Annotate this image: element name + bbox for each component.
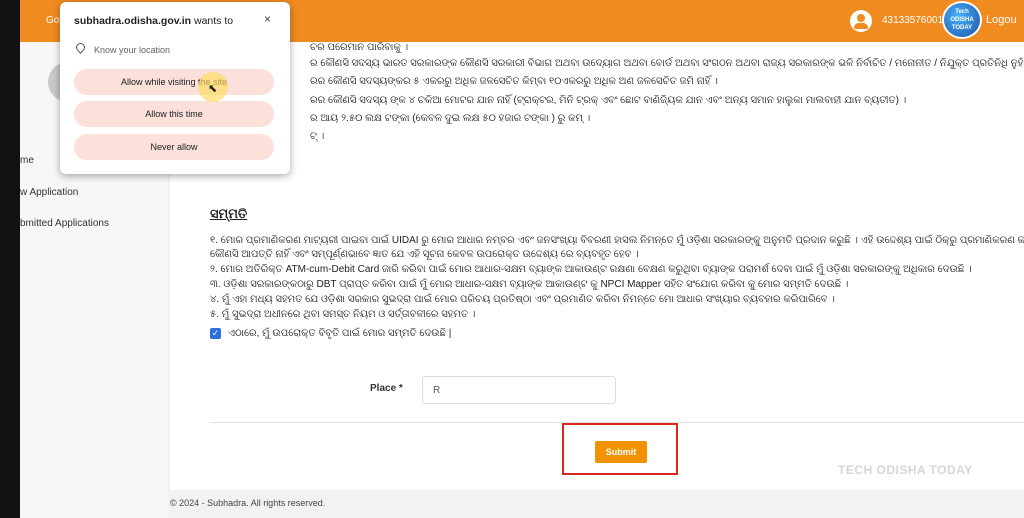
eligibility-line: ଚର ପରେମାନ ପାରିବାକୁ । (310, 42, 409, 53)
consent-title: ସମ୍ମତି (210, 206, 248, 221)
tech-odisha-logo: Tech ODISHA TODAY (942, 1, 982, 39)
eligibility-line: ଟ୍ । (310, 131, 325, 142)
never-allow-button[interactable]: Never allow (74, 134, 274, 160)
user-id: 43133576001 (882, 15, 944, 26)
eligibility-line: ରର କୌଣସି ସଦସ୍ୟଙ୍କର ୫ ଏକରରୁ ଅଧିକ ଜଳସେଚିତ … (310, 76, 718, 87)
consent-checkbox[interactable]: ✓ (210, 328, 221, 339)
location-permission-popup: subhadra.odisha.gov.in wants to × Know y… (60, 2, 290, 174)
consent-line: ୫. ମୁଁ ସୁଭଦ୍ରା ଅଧୀନରେ ଥିବା ସମସ୍ତ ନିୟମ ଓ … (210, 309, 476, 320)
submit-button[interactable]: Submit (595, 441, 647, 463)
sidebar-item-submitted-applications[interactable]: bmitted Applications (20, 218, 109, 229)
content-card: ଚର ପରେମାନ ପାରିବାକୁ । ର କୌଣସି ସଦସ୍ୟ ଭାରତ … (170, 42, 1024, 490)
mouse-cursor-icon: ⬉ (208, 83, 218, 95)
logout-link[interactable]: Logou (986, 14, 1017, 26)
allow-while-visiting-button[interactable]: Allow while visiting the site (74, 69, 274, 95)
location-pin-icon (74, 41, 87, 54)
popup-site: subhadra.odisha.gov.in (74, 15, 192, 27)
consent-line: ୧. ମୋର ପ୍ରମାଣିକରଣ ମାଟ୍ୟରୀ ପାଇବା ପାଇଁ UID… (210, 235, 1024, 246)
place-label: Place * (370, 383, 403, 394)
consent-line: ୩. ଓଡ଼ିଶା ସରକାରଙ୍କଠାରୁ DBT ପ୍ରାପ୍ତ କରିବା… (210, 279, 849, 290)
sidebar-item-home[interactable]: me (20, 155, 34, 166)
consent-line: ୨. ମୋର ଅତିରିକ୍ତ ATM-cum-Debit Card ଜାରି … (210, 264, 972, 275)
location-permission-text: Know your location (94, 45, 171, 55)
sidebar-item-new-application[interactable]: w Application (20, 187, 78, 198)
place-input[interactable] (422, 376, 616, 404)
eligibility-line: ର ଆୟ ୨.୫୦ ଲକ୍ଷ ଟଙ୍କା (କେବଳ ଦୁଇ ଲକ୍ଷ ୫୦ ହ… (310, 113, 591, 124)
close-icon[interactable]: × (264, 12, 271, 26)
eligibility-line: ର କୌଣସି ସଦସ୍ୟ ଭାରତ ସରକାରଙ୍କ କୌଣସି ସରକାରୀ… (310, 58, 1024, 69)
consent-agree-text: ଏଠାରେ, ମୁଁ ଉପରୋକ୍ତ ବିବୃତି ପାଇଁ ମୋର ସମ୍ମତ… (228, 328, 452, 339)
user-icon[interactable] (850, 10, 872, 32)
watermark: TECH ODISHA TODAY (838, 463, 973, 477)
popup-wants-to: wants to (191, 15, 234, 27)
consent-line: କୌଣସି ଆପତ୍ତି ନାହିଁ ଏବଂ ସମ୍ପୂର୍ଣ୍ଣଭାବେ ଜ୍… (210, 249, 639, 260)
consent-line: ୪. ମୁଁ ଏହା ମଧ୍ୟ ସହମତ ଯେ ଓଡ଼ିଶା ସରକାର ସୁଭ… (210, 294, 835, 305)
eligibility-line: ରର କୌଣସି ସଦସ୍ୟ ଙ୍କ ୪ ଚକିଆ ମୋଟର ଯାନ ନାହିଁ… (310, 95, 907, 106)
popup-title: subhadra.odisha.gov.in wants to (74, 15, 233, 27)
allow-this-time-button[interactable]: Allow this time (74, 101, 274, 127)
footer-text: © 2024 - Subhadra. All rights reserved. (170, 498, 326, 508)
